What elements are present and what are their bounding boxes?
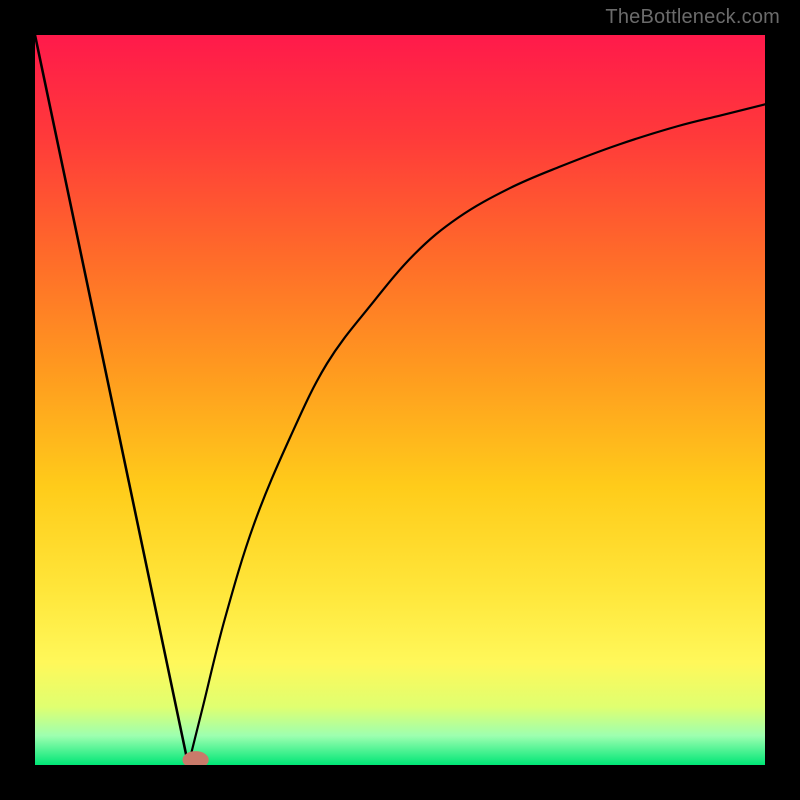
- chart-frame: TheBottleneck.com: [0, 0, 800, 800]
- plot-area: [35, 35, 765, 765]
- watermark-text: TheBottleneck.com: [605, 6, 780, 29]
- gradient-background: [35, 35, 765, 765]
- chart-svg: [35, 35, 765, 765]
